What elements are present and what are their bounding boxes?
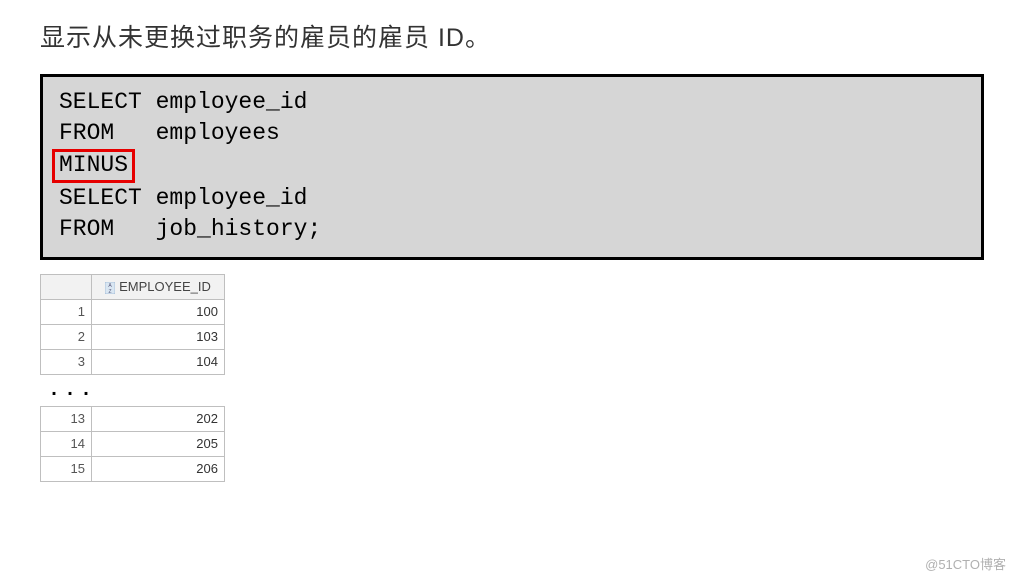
watermark: @51CTO博客 <box>925 554 1006 573</box>
sql-code-block: SELECT employee_id FROM employees MINUS … <box>40 74 984 260</box>
value-cell: 104 <box>92 349 225 374</box>
table-row: 1 100 <box>41 299 225 324</box>
rownum-cell: 15 <box>41 456 92 481</box>
table-row: 15 206 <box>41 456 225 481</box>
rownum-cell: 14 <box>41 431 92 456</box>
sql-line-4: SELECT employee_id <box>59 183 965 214</box>
value-cell: 103 <box>92 324 225 349</box>
question-title: 显示从未更换过职务的雇员的雇员 ID。 <box>40 18 984 54</box>
result-table-top: AZ EMPLOYEE_ID 1 100 2 103 3 104 <box>40 274 225 375</box>
rownum-header <box>41 274 92 299</box>
value-cell: 205 <box>92 431 225 456</box>
sql-line-1: SELECT employee_id <box>59 87 965 118</box>
rownum-cell: 1 <box>41 299 92 324</box>
table-row: 3 104 <box>41 349 225 374</box>
minus-keyword-highlight: MINUS <box>52 149 135 183</box>
column-header-employee-id: AZ EMPLOYEE_ID <box>92 274 225 299</box>
table-row: 13 202 <box>41 406 225 431</box>
value-cell: 100 <box>92 299 225 324</box>
sql-line-5: FROM job_history; <box>59 214 965 245</box>
svg-text:Z: Z <box>109 289 112 294</box>
table-row: 14 205 <box>41 431 225 456</box>
column-header-label: EMPLOYEE_ID <box>119 279 211 294</box>
rownum-cell: 13 <box>41 406 92 431</box>
sort-icon: AZ <box>105 282 115 294</box>
result-table-bottom: 13 202 14 205 15 206 <box>40 406 225 482</box>
rownum-cell: 3 <box>41 349 92 374</box>
rownum-cell: 2 <box>41 324 92 349</box>
value-cell: 206 <box>92 456 225 481</box>
value-cell: 202 <box>92 406 225 431</box>
rows-ellipsis: ... <box>48 379 984 402</box>
table-row: 2 103 <box>41 324 225 349</box>
query-results: AZ EMPLOYEE_ID 1 100 2 103 3 104 ... 13 … <box>40 274 984 482</box>
sql-line-3: MINUS <box>59 149 965 183</box>
sql-line-2: FROM employees <box>59 118 965 149</box>
